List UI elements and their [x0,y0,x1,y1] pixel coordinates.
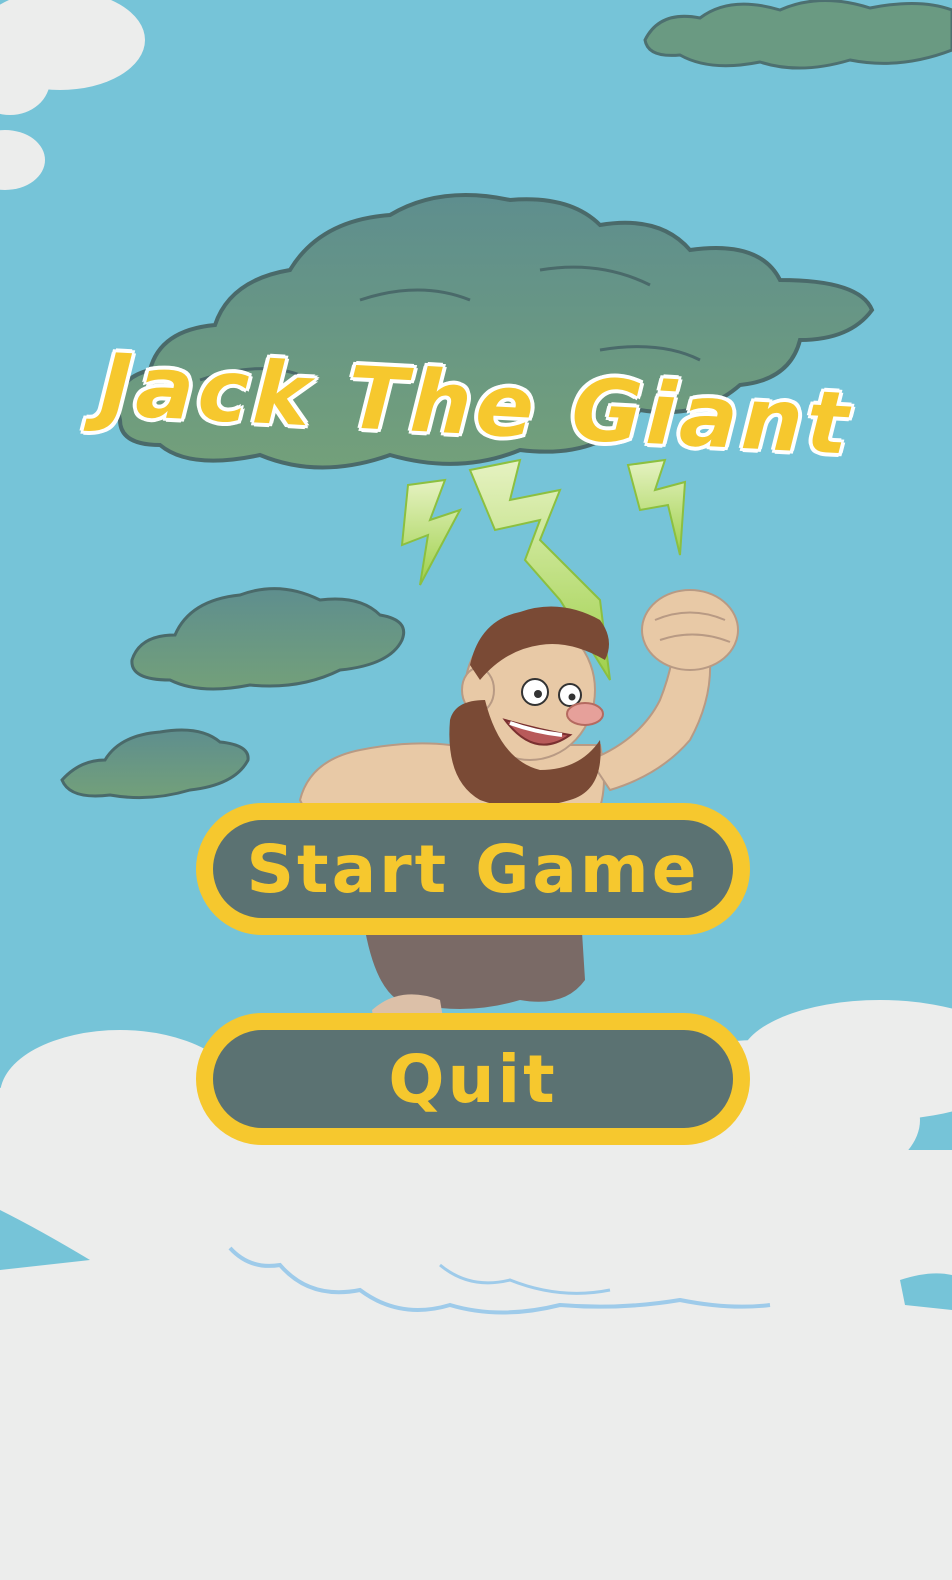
quit-button[interactable]: Quit [196,1013,750,1145]
start-game-label: Start Game [246,830,700,908]
game-background [0,0,952,1580]
main-menu-screen: Jack The Giant Start Game Quit [0,0,952,1580]
start-game-button[interactable]: Start Game [196,803,750,935]
quit-label: Quit [388,1040,558,1118]
